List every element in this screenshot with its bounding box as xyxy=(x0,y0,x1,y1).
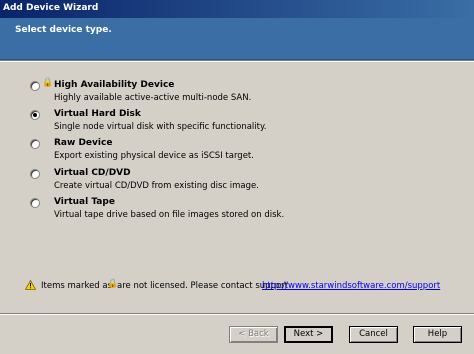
option-virtual-cd-dvd[interactable]: Virtual CD/DVD Create virtual CD/DVD fro… xyxy=(30,167,450,195)
radio-virtual-cd-dvd[interactable] xyxy=(30,169,40,179)
option-label: Raw Device xyxy=(54,138,113,148)
help-button[interactable]: Help xyxy=(413,326,462,343)
wizard-header: Select device type. xyxy=(0,18,474,60)
option-description: Export existing physical device as iSCSI… xyxy=(54,151,254,161)
window-titlebar: Add Device Wizard xyxy=(0,0,474,18)
option-raw-device[interactable]: Raw Device Export existing physical devi… xyxy=(30,137,450,165)
option-label: Virtual CD/DVD xyxy=(54,168,131,178)
notice-prefix: Items marked as xyxy=(41,281,113,291)
radio-virtual-tape[interactable] xyxy=(30,198,40,208)
radio-raw-device[interactable] xyxy=(30,139,40,149)
radio-high-availability[interactable] xyxy=(30,81,40,91)
cancel-button[interactable]: Cancel xyxy=(349,326,398,343)
option-label: Virtual Tape xyxy=(54,197,115,207)
header-divider xyxy=(0,60,474,62)
window-title: Add Device Wizard xyxy=(3,3,99,13)
option-high-availability[interactable]: 🔒 High Availability Device Highly availa… xyxy=(30,78,450,107)
support-link[interactable]: http://www.starwindsoftware.com/support xyxy=(262,281,440,291)
option-virtual-hard-disk[interactable]: Virtual Hard Disk Single node virtual di… xyxy=(30,108,450,136)
option-virtual-tape[interactable]: Virtual Tape Virtual tape drive based on… xyxy=(30,196,450,224)
option-description: Virtual tape drive based on file images … xyxy=(54,210,285,220)
back-button[interactable]: < Back xyxy=(229,326,278,343)
lock-icon: 🔒 xyxy=(42,78,54,88)
header-title: Select device type. xyxy=(15,25,112,35)
next-button[interactable]: Next > xyxy=(284,326,333,343)
option-description: Highly available active-active multi-nod… xyxy=(54,93,252,103)
option-description: Create virtual CD/DVD from existing disc… xyxy=(54,181,259,191)
option-description: Single node virtual disk with specific f… xyxy=(54,122,267,132)
license-notice: Items marked as 🔒 are not licensed. Plea… xyxy=(25,279,455,294)
radio-virtual-hard-disk[interactable] xyxy=(30,110,40,120)
warning-icon xyxy=(25,280,36,290)
option-label: Virtual Hard Disk xyxy=(54,109,141,119)
footer-divider xyxy=(0,313,474,315)
option-label: High Availability Device xyxy=(54,80,175,90)
